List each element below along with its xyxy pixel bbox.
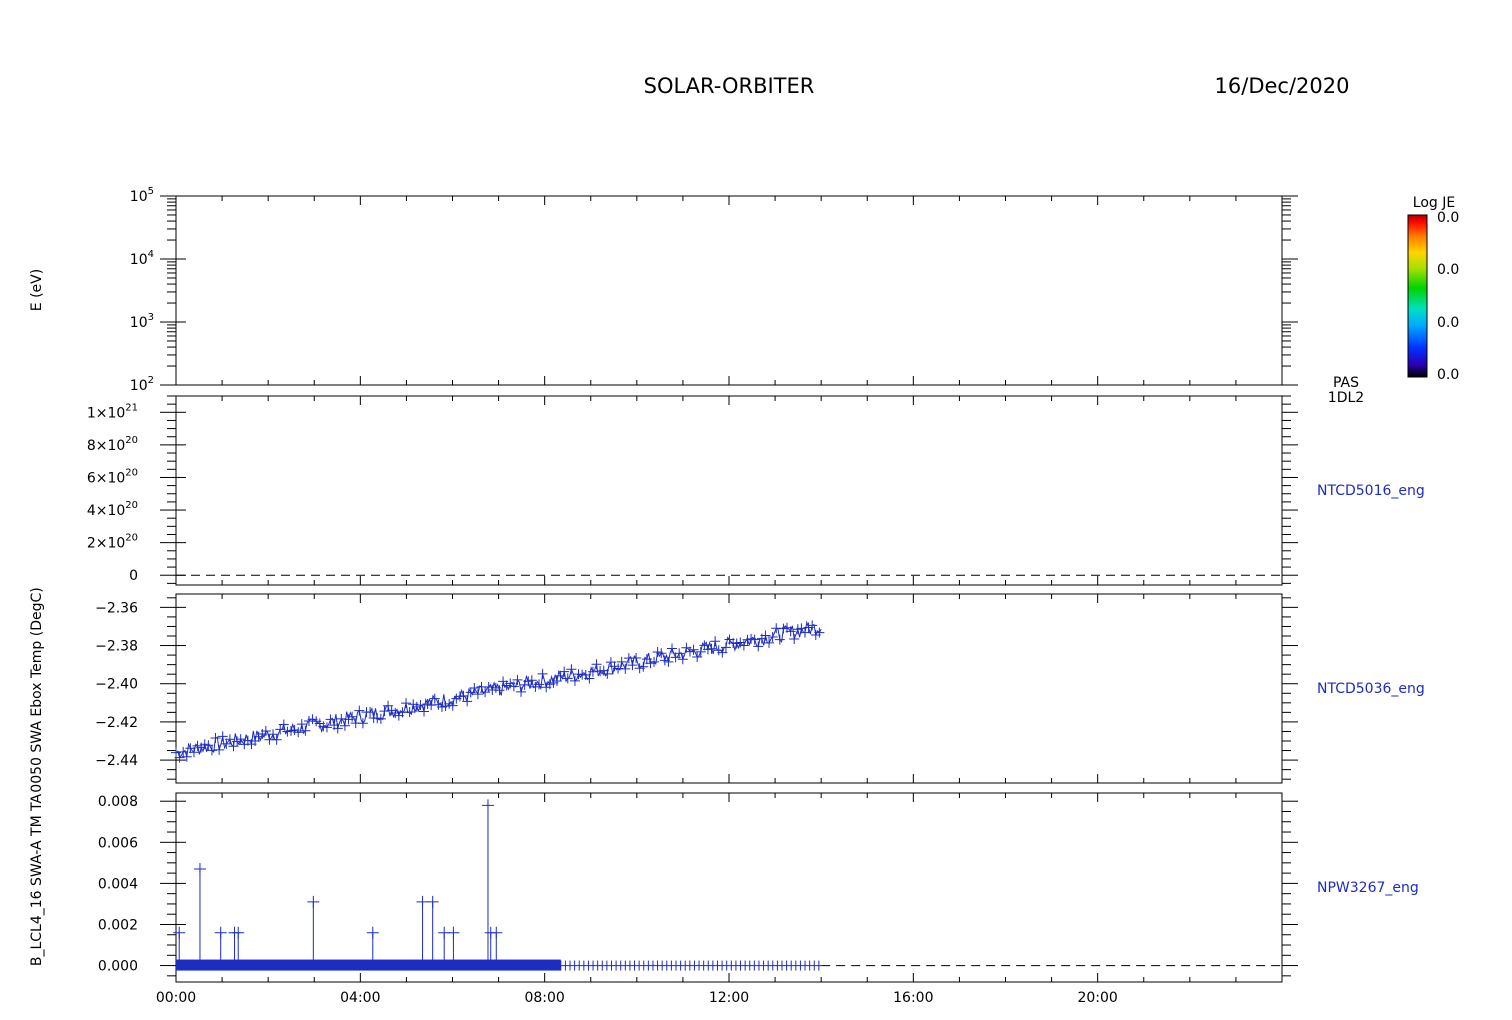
x-tick-label: 00:00 [156,990,196,1006]
y-tick-label: −2.42 [95,715,138,731]
data-point [566,664,577,675]
y-tick-label: 0.004 [98,876,138,892]
data-point [447,926,460,939]
y-tick-label: 0.002 [98,917,138,933]
data-point [354,705,365,716]
y-tick-label: 8×1020 [87,435,138,454]
y-tick-label: −2.44 [95,753,138,769]
panel-ntcd5016: 1×1021 8×1020 6×1020 4×1020 2×1020 0 NTCD5016… [87,395,1425,586]
y-tick-label: 102 [130,375,154,394]
y-tick-label: 2×1020 [87,533,138,552]
data-point [357,718,368,729]
y-tick-label: 104 [130,249,154,268]
panel-frame [175,593,1283,784]
date-label: 16/Dec/2020 [1215,74,1350,98]
data-point [307,895,320,908]
colorbar-gradient [1407,214,1428,378]
x-tick-label: 20:00 [1077,990,1117,1006]
data-point [401,698,412,709]
colorbar-title: Log JE [1413,195,1455,211]
y-axis-label: E (eV) [29,269,45,311]
y-tick-label: 0 [129,568,138,584]
y-tick-label: −2.36 [95,600,138,616]
temperature-series [171,620,825,763]
data-point [214,926,227,939]
panel-right-label: PAS [1333,375,1359,391]
y-tick-label: −2.40 [95,677,138,693]
panel-tm-ta: 0.008 0.006 0.004 0.002 0.000 B_LCL4_16 SWA-… [29,792,1419,983]
tm-ta-series [173,799,1282,971]
y-axis-ticks: 105 104 103 102 [130,186,1298,394]
panel-energy: 105 104 103 102 E (eV) PAS 1DL2 [29,186,1364,406]
data-point [193,863,206,876]
y-axis-ticks: −2.36 −2.38 −2.40 −2.42 −2.44 [95,597,1298,780]
y-tick-label: 4×1020 [87,500,138,519]
data-point [481,799,494,812]
x-tick-label: 04:00 [340,990,380,1006]
data-point [537,668,548,679]
y-tick-label: 1×1021 [87,402,138,421]
y-axis-label: 0050 SWA Ebox Temp (DegC) [29,587,45,792]
data-point [667,643,678,654]
y-tick-label: 0.008 [98,794,138,810]
y-axis-ticks: 1×1021 8×1020 6×1020 4×1020 2×1020 0 [87,395,1298,584]
colorbar: Log JE 0.0 0.0 0.0 0.0 [1407,195,1459,383]
x-tick-label: 12:00 [709,990,749,1006]
data-point [210,733,221,744]
x-tick-label: 08:00 [524,990,564,1006]
y-tick-label: 6×1020 [87,467,138,486]
panel-right-label: 1DL2 [1328,390,1364,406]
colorbar-tick-label: 0.0 [1437,210,1459,226]
data-point [366,926,379,939]
data-point [173,926,186,939]
panel-frame [175,792,1283,983]
x-axis: 00:00 04:00 08:00 12:00 16:00 20:00 [156,196,1283,1006]
y-axis-ticks: 0.008 0.006 0.004 0.002 0.000 [98,794,1298,977]
data-point [490,926,503,939]
dense-points-band [176,959,561,971]
chart-figure: SOLAR-ORBITER 16/Dec/2020 Log JE 0.0 0.0… [29,74,1459,1006]
y-tick-label: 0.000 [98,959,138,975]
y-tick-label: 0.006 [98,835,138,851]
data-point [232,926,245,939]
y-axis-label: B_LCL4_16 SWA-A TM TA [29,793,45,966]
panel-right-label: NTCD5016_eng [1317,483,1425,499]
panel-frame [175,395,1283,586]
y-tick-label: −2.38 [95,639,138,655]
data-point [214,744,225,755]
colorbar-tick-label: 0.0 [1437,262,1459,278]
panel-ebox-temp: −2.36 −2.38 −2.40 −2.42 −2.44 0050 SWA Ebox … [29,587,1425,792]
data-point [426,895,439,908]
panel-right-label: NPW3267_eng [1317,880,1419,896]
y-tick-label: 103 [130,312,154,331]
chart-title: SOLAR-ORBITER [644,74,815,98]
colorbar-tick-label: 0.0 [1437,315,1459,331]
panel-right-label: NTCD5036_eng [1317,681,1425,697]
x-tick-label: 16:00 [893,990,933,1006]
data-point [774,634,785,645]
y-tick-label: 105 [130,186,154,205]
colorbar-tick-label: 0.0 [1437,367,1459,383]
panel-frame [175,195,1283,386]
